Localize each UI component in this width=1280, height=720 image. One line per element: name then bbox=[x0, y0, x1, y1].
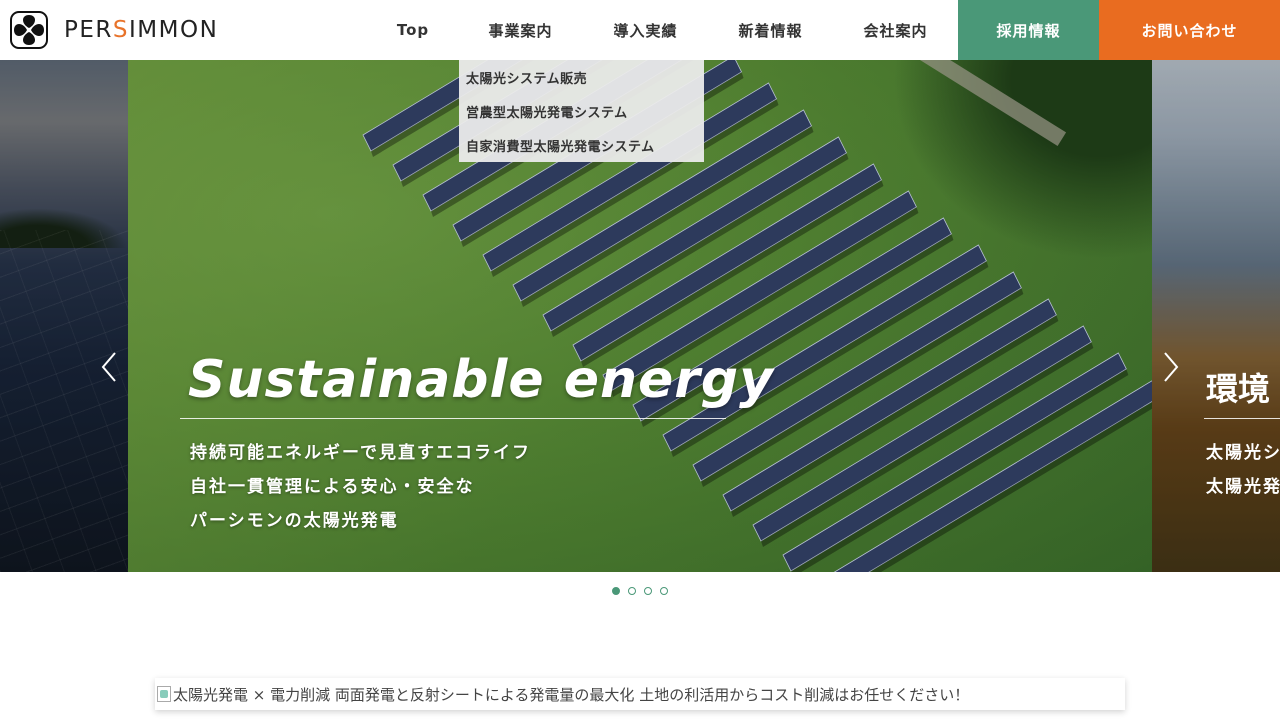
nav-top[interactable]: Top bbox=[368, 0, 458, 60]
slider-prev-arrow-icon[interactable] bbox=[98, 350, 122, 384]
previous-slide-peek[interactable] bbox=[0, 60, 128, 572]
submenu-solar-sales[interactable]: 太陽光システム販売 bbox=[459, 60, 704, 94]
promo-banner[interactable]: 太陽光発電 × 電力削減 両面発電と反射シートによる発電量の最大化 土地の利活用… bbox=[155, 678, 1125, 710]
broken-image-icon bbox=[157, 686, 171, 702]
hero-divider bbox=[180, 418, 726, 419]
site-header: PERSIMMON Top 事業案内 導入実績 新着情報 会社案内 採用情報 お… bbox=[0, 0, 1280, 60]
nav-recruit-button[interactable]: 採用情報 bbox=[958, 0, 1099, 60]
next-slide-line-2: 太陽光発 bbox=[1206, 477, 1280, 497]
logo-wordmark: PERSIMMON bbox=[64, 17, 219, 43]
persimmon-flower-icon bbox=[10, 11, 48, 49]
slider-dot-2[interactable] bbox=[628, 587, 636, 595]
slider-dot-1[interactable] bbox=[612, 587, 620, 595]
slider-next-arrow-icon[interactable] bbox=[1158, 350, 1182, 384]
business-submenu: 太陽光システム販売 営農型太陽光発電システム 自家消費型太陽光発電システム bbox=[459, 60, 704, 162]
nav-news[interactable]: 新着情報 bbox=[708, 0, 833, 60]
hero-tagline-2: 自社一貫管理による安心・安全な bbox=[190, 477, 475, 497]
slider-dot-3[interactable] bbox=[644, 587, 652, 595]
banner-alt-text: 太陽光発電 × 電力削減 両面発電と反射シートによる発電量の最大化 土地の利活用… bbox=[173, 685, 970, 704]
hero-tagline-1: 持続可能エネルギーで見直すエコライフ bbox=[190, 443, 531, 463]
slider-dot-4[interactable] bbox=[660, 587, 668, 595]
hero-tagline-3: パーシモンの太陽光発電 bbox=[190, 511, 399, 531]
nav-business[interactable]: 事業案内 bbox=[458, 0, 583, 60]
submenu-self-consumption-solar[interactable]: 自家消費型太陽光発電システム bbox=[459, 128, 704, 162]
nav-contact-button[interactable]: お問い合わせ bbox=[1099, 0, 1280, 60]
submenu-agri-solar[interactable]: 営農型太陽光発電システム bbox=[459, 94, 704, 128]
next-slide-line-1: 太陽光シ bbox=[1206, 443, 1280, 463]
main-nav: Top 事業案内 導入実績 新着情報 会社案内 採用情報 お問い合わせ bbox=[368, 0, 1280, 60]
nav-results[interactable]: 導入実績 bbox=[583, 0, 708, 60]
nav-company[interactable]: 会社案内 bbox=[833, 0, 958, 60]
next-slide-title: 環境 bbox=[1206, 370, 1271, 408]
hero-title: Sustainable energy bbox=[188, 350, 775, 410]
site-logo[interactable]: PERSIMMON bbox=[10, 11, 218, 49]
next-slide-peek[interactable]: 環境 太陽光シ 太陽光発 bbox=[1152, 60, 1280, 572]
slider-pagination bbox=[612, 587, 668, 595]
